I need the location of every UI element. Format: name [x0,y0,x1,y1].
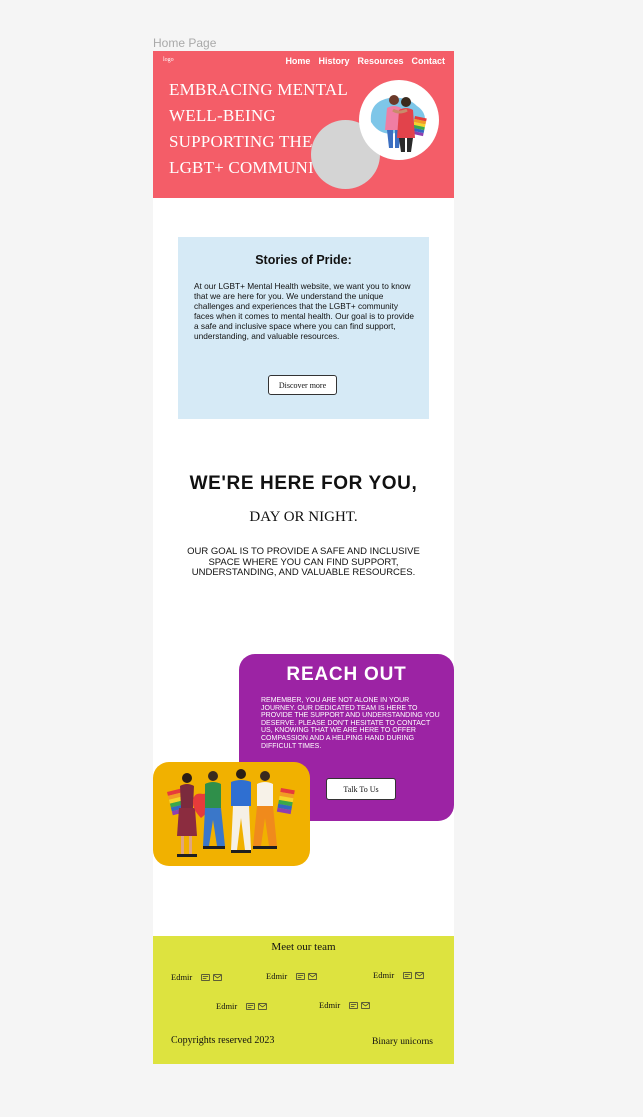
footer: Meet our team Edmir Edmir Edmir Edmir Ed… [153,936,454,1064]
team-member: Edmir [216,1001,268,1011]
mail-icon[interactable] [361,1001,371,1010]
member-name: Edmir [171,972,193,982]
team-member: Edmir [171,972,223,982]
community-illustration [153,762,310,866]
section-text: OUR GOAL IS TO PROVIDE A SAFE AND INCLUS… [187,546,420,578]
id-card-icon[interactable] [349,1001,359,1010]
nav-home[interactable]: Home [285,56,310,66]
stories-text: At our LGBT+ Mental Health website, we w… [194,281,414,341]
reach-out-text: REMEMBER, YOU ARE NOT ALONE IN YOUR JOUR… [261,697,440,750]
team-member: Edmir [266,971,318,981]
copyright-text: Copyrights reserved 2023 [171,1035,275,1046]
member-name: Edmir [373,970,395,980]
main-nav: Home History Resources Contact [285,56,445,66]
nav-resources[interactable]: Resources [357,56,403,66]
mail-icon[interactable] [415,971,425,980]
section-title: WE'RE HERE FOR YOU, [189,473,418,494]
team-member: Edmir [319,1000,371,1010]
id-card-icon[interactable] [296,972,306,981]
id-card-icon[interactable] [246,1002,256,1011]
mail-icon[interactable] [308,972,318,981]
talk-to-us-button[interactable]: Talk To Us [326,778,396,800]
frame-label: Home Page [153,36,217,50]
team-title: Meet our team [271,941,336,953]
logo[interactable]: logo [163,57,174,63]
section-subtitle: DAY OR NIGHT. [249,509,358,525]
member-name: Edmir [319,1000,341,1010]
hero-illustration [359,80,439,160]
stories-card: Stories of Pride: At our LGBT+ Mental He… [178,237,429,419]
mail-icon[interactable] [258,1002,268,1011]
member-name: Edmir [216,1001,238,1011]
reach-out-title: REACH OUT [286,664,407,685]
team-member: Edmir [373,970,425,980]
stories-title: Stories of Pride: [255,253,352,267]
mail-icon[interactable] [213,973,223,982]
id-card-icon[interactable] [201,973,211,982]
hero-banner: logo Home History Resources Contact EMBR… [153,51,454,198]
brand-name: Binary unicorns [372,1037,433,1047]
member-name: Edmir [266,971,288,981]
nav-history[interactable]: History [318,56,349,66]
discover-more-button[interactable]: Discover more [268,375,337,395]
nav-contact[interactable]: Contact [412,56,446,66]
id-card-icon[interactable] [403,971,413,980]
home-page: logo Home History Resources Contact EMBR… [153,51,454,1064]
